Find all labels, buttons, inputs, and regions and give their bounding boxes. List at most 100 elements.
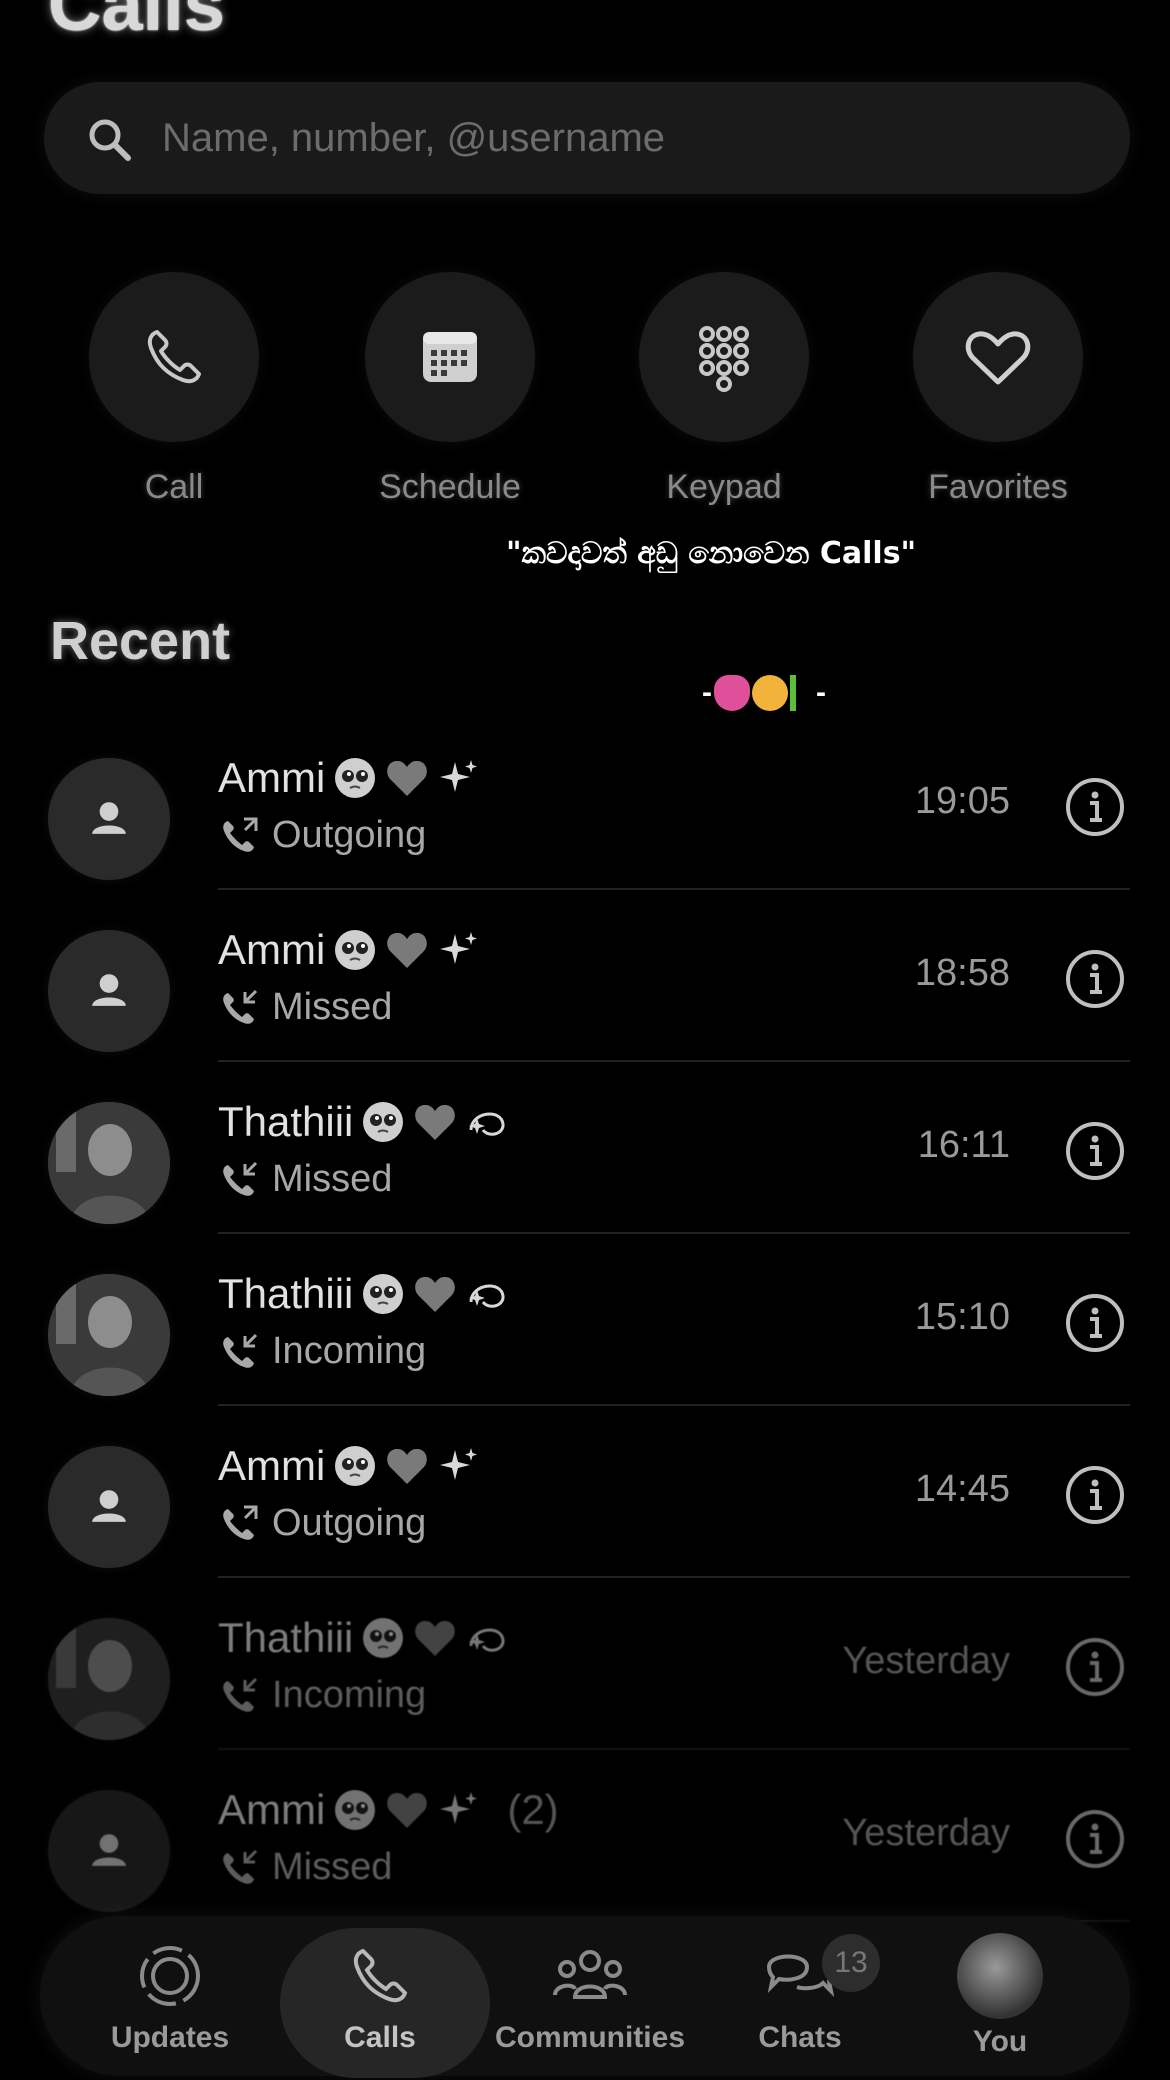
- info-icon[interactable]: [1064, 1292, 1126, 1354]
- call-row[interactable]: Thathiii Missed 16:11: [0, 1062, 1170, 1234]
- contact-name: Ammi: [218, 1442, 507, 1490]
- call-time: Yesterday: [842, 1812, 1010, 1854]
- calendar-icon: [423, 332, 477, 382]
- incoming-call-icon: [223, 1677, 258, 1712]
- search-input[interactable]: [162, 106, 1062, 170]
- outgoing-call-icon: [223, 1505, 258, 1540]
- tab-communities[interactable]: Communities: [480, 1916, 700, 2076]
- contact-name: Ammi: [218, 926, 507, 974]
- keypad-action[interactable]: Keypad: [604, 272, 844, 512]
- photo-avatar[interactable]: [48, 1274, 170, 1396]
- tab-communities-label: Communities: [494, 2021, 686, 2054]
- tab-chats-label: Chats: [758, 2021, 842, 2054]
- contact-name: Thathiii: [218, 1614, 535, 1662]
- call-time: 14:45: [914, 1468, 1010, 1510]
- tab-chats[interactable]: Chats 13: [690, 1916, 910, 2076]
- call-status-text: Incoming: [272, 1674, 427, 1716]
- grey-heart-icon: [415, 1276, 456, 1312]
- call-time: 16:11: [917, 1124, 1010, 1166]
- call-action-circle[interactable]: [89, 272, 259, 442]
- call-row[interactable]: Ammi Missed 18:58: [0, 890, 1170, 1062]
- missed-call-icon: [223, 989, 258, 1024]
- call-row[interactable]: Ammi Outgoing 14:45: [0, 1406, 1170, 1578]
- default-avatar[interactable]: [48, 758, 170, 880]
- pleading-face-icon: [363, 1102, 404, 1142]
- tab-calls[interactable]: Calls: [270, 1916, 490, 2078]
- missed-call-icon: [223, 1849, 258, 1884]
- tab-calls-label: Calls: [344, 2021, 416, 2054]
- call-action-label: Call: [144, 468, 204, 506]
- dash-right: -: [816, 676, 826, 709]
- search-bar[interactable]: [44, 82, 1130, 194]
- pleading-face-icon: [363, 1618, 404, 1658]
- confounded-face-icon: [752, 675, 788, 711]
- chats-unread-badge: 13: [822, 1934, 880, 1992]
- schedule-action-label: Schedule: [379, 468, 521, 506]
- call-action[interactable]: Call: [54, 272, 294, 512]
- info-icon[interactable]: [1064, 1464, 1126, 1526]
- phone-icon: [147, 330, 201, 384]
- call-status: Outgoing: [218, 814, 426, 857]
- caption-text: "කවදාවත් අඩු නොවෙන Calls": [506, 536, 917, 571]
- call-row[interactable]: Thathiii Incoming 15:10: [0, 1234, 1170, 1406]
- call-row[interactable]: Ammi (2) Missed Yesterday: [0, 1750, 1170, 1922]
- contact-name-text: Thathiii: [218, 1270, 354, 1317]
- contact-name: Thathiii: [218, 1270, 535, 1318]
- call-time: 19:05: [914, 780, 1010, 822]
- photo-avatar[interactable]: [48, 1102, 170, 1224]
- profile-avatar: [957, 1933, 1043, 2019]
- info-icon[interactable]: [1064, 948, 1126, 1010]
- photo-avatar[interactable]: [48, 1618, 170, 1740]
- missed-call-icon: [223, 1161, 258, 1196]
- info-icon[interactable]: [1064, 776, 1126, 838]
- keypad-action-circle[interactable]: [639, 272, 809, 442]
- favorites-action-circle[interactable]: [913, 272, 1083, 442]
- dizzy-icon: [469, 1628, 505, 1652]
- search-icon: [89, 119, 131, 161]
- default-avatar[interactable]: [48, 930, 170, 1052]
- call-status: Missed: [218, 986, 392, 1029]
- call-status-text: Outgoing: [272, 1502, 427, 1544]
- sparkles-icon: [440, 1448, 478, 1480]
- grey-heart-icon: [387, 1792, 428, 1828]
- info-icon[interactable]: [1064, 1808, 1126, 1870]
- default-avatar[interactable]: [48, 1790, 170, 1912]
- contact-name-text: Thathiii: [218, 1098, 354, 1145]
- info-icon[interactable]: [1064, 1636, 1126, 1698]
- schedule-action[interactable]: Schedule: [330, 272, 570, 512]
- favorites-action-label: Favorites: [928, 468, 1068, 506]
- favorites-action[interactable]: Favorites: [878, 272, 1118, 512]
- call-status-text: Incoming: [272, 1330, 427, 1372]
- grey-heart-icon: [387, 760, 428, 796]
- contact-name-text: Ammi: [218, 1442, 326, 1489]
- sparkles-icon: [440, 760, 478, 792]
- call-time: 15:10: [914, 1296, 1010, 1338]
- contact-name: Thathiii: [218, 1098, 535, 1146]
- call-row[interactable]: Ammi Outgoing 19:05: [0, 718, 1170, 890]
- call-status-text: Missed: [272, 1846, 393, 1888]
- call-status: Missed: [218, 1846, 392, 1889]
- seedling-icon: [790, 675, 814, 711]
- call-time: Yesterday: [842, 1640, 1010, 1682]
- call-status: Outgoing: [218, 1502, 426, 1545]
- phone-icon: [353, 1948, 408, 2003]
- contact-name: Ammi (2): [218, 1786, 559, 1834]
- contact-name-text: Ammi: [218, 926, 326, 973]
- grey-heart-icon: [415, 1104, 456, 1140]
- updates-icon: [140, 1946, 200, 2006]
- incoming-call-icon: [223, 1333, 258, 1368]
- pleading-face-icon: [363, 1274, 404, 1314]
- schedule-action-circle[interactable]: [365, 272, 535, 442]
- tab-you[interactable]: You: [890, 1916, 1110, 2076]
- call-row[interactable]: Thathiii Incoming Yesterday: [0, 1578, 1170, 1750]
- default-avatar[interactable]: [48, 1446, 170, 1568]
- info-icon[interactable]: [1064, 1120, 1126, 1182]
- grey-heart-icon: [387, 932, 428, 968]
- sparkles-icon: [440, 932, 478, 964]
- keypad-action-label: Keypad: [666, 468, 782, 506]
- contact-name-text: Ammi: [218, 754, 326, 801]
- tab-updates[interactable]: Updates: [60, 1916, 280, 2076]
- call-status-text: Missed: [272, 986, 393, 1028]
- dash-left: -: [702, 676, 712, 709]
- contact-name-text: Thathiii: [218, 1614, 354, 1661]
